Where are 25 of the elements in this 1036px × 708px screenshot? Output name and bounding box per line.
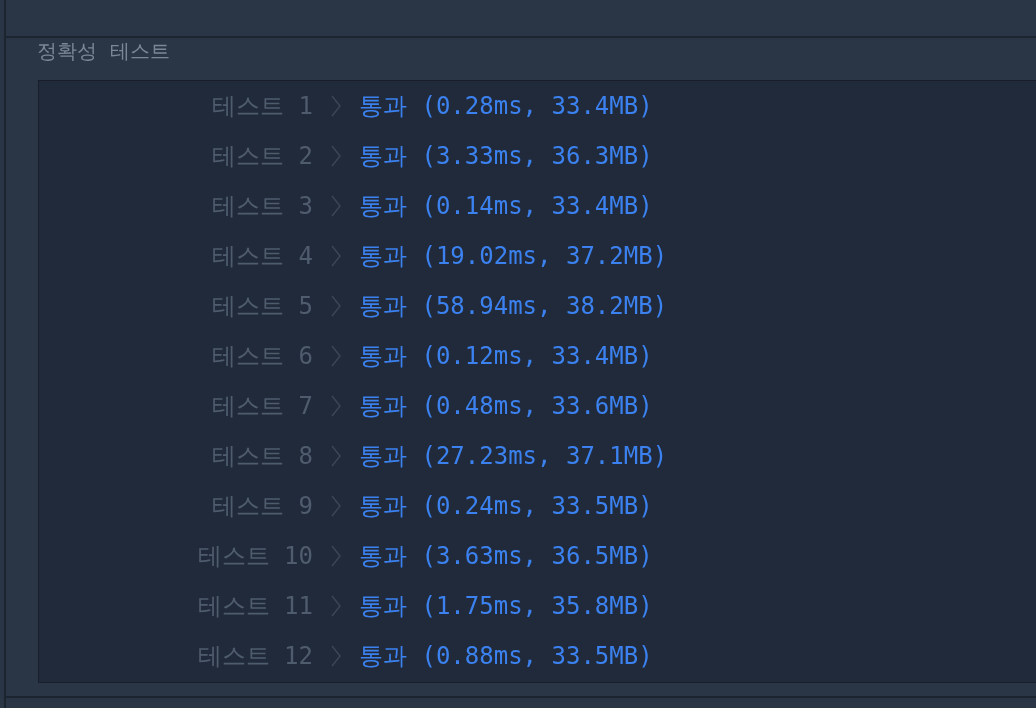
chevron-icon: [331, 295, 341, 317]
test-result: 통과 (0.28ms, 33.4MB): [359, 91, 654, 122]
chevron-icon: [331, 95, 341, 117]
test-result: 통과 (3.33ms, 36.3MB): [359, 141, 654, 172]
test-result: 통과 (1.75ms, 35.8MB): [359, 591, 654, 622]
chevron-icon: [331, 595, 341, 617]
chevron-icon: [331, 645, 341, 667]
chevron-icon: [331, 395, 341, 417]
test-result: 통과 (0.24ms, 33.5MB): [359, 491, 654, 522]
chevron-icon: [331, 545, 341, 567]
section-title: 정확성 테스트: [36, 38, 171, 65]
chevron-icon: [331, 445, 341, 467]
chevron-icon: [331, 495, 341, 517]
test-result: 통과 (3.63ms, 36.5MB): [359, 541, 654, 572]
test-result: 통과 (58.94ms, 38.2MB): [359, 291, 669, 322]
test-result: 통과 (19.02ms, 37.2MB): [359, 241, 669, 272]
test-result: 통과 (0.48ms, 33.6MB): [359, 391, 654, 422]
chevron-icon: [331, 195, 341, 217]
test-result: 통과 (0.88ms, 33.5MB): [359, 641, 654, 672]
chevron-icon: [331, 145, 341, 167]
chevron-icon: [331, 245, 341, 267]
test-result: 통과 (0.12ms, 33.4MB): [359, 341, 654, 372]
test-result: 통과 (0.14ms, 33.4MB): [359, 191, 654, 222]
test-result: 통과 (27.23ms, 37.1MB): [359, 441, 669, 472]
chevron-icon: [331, 345, 341, 367]
